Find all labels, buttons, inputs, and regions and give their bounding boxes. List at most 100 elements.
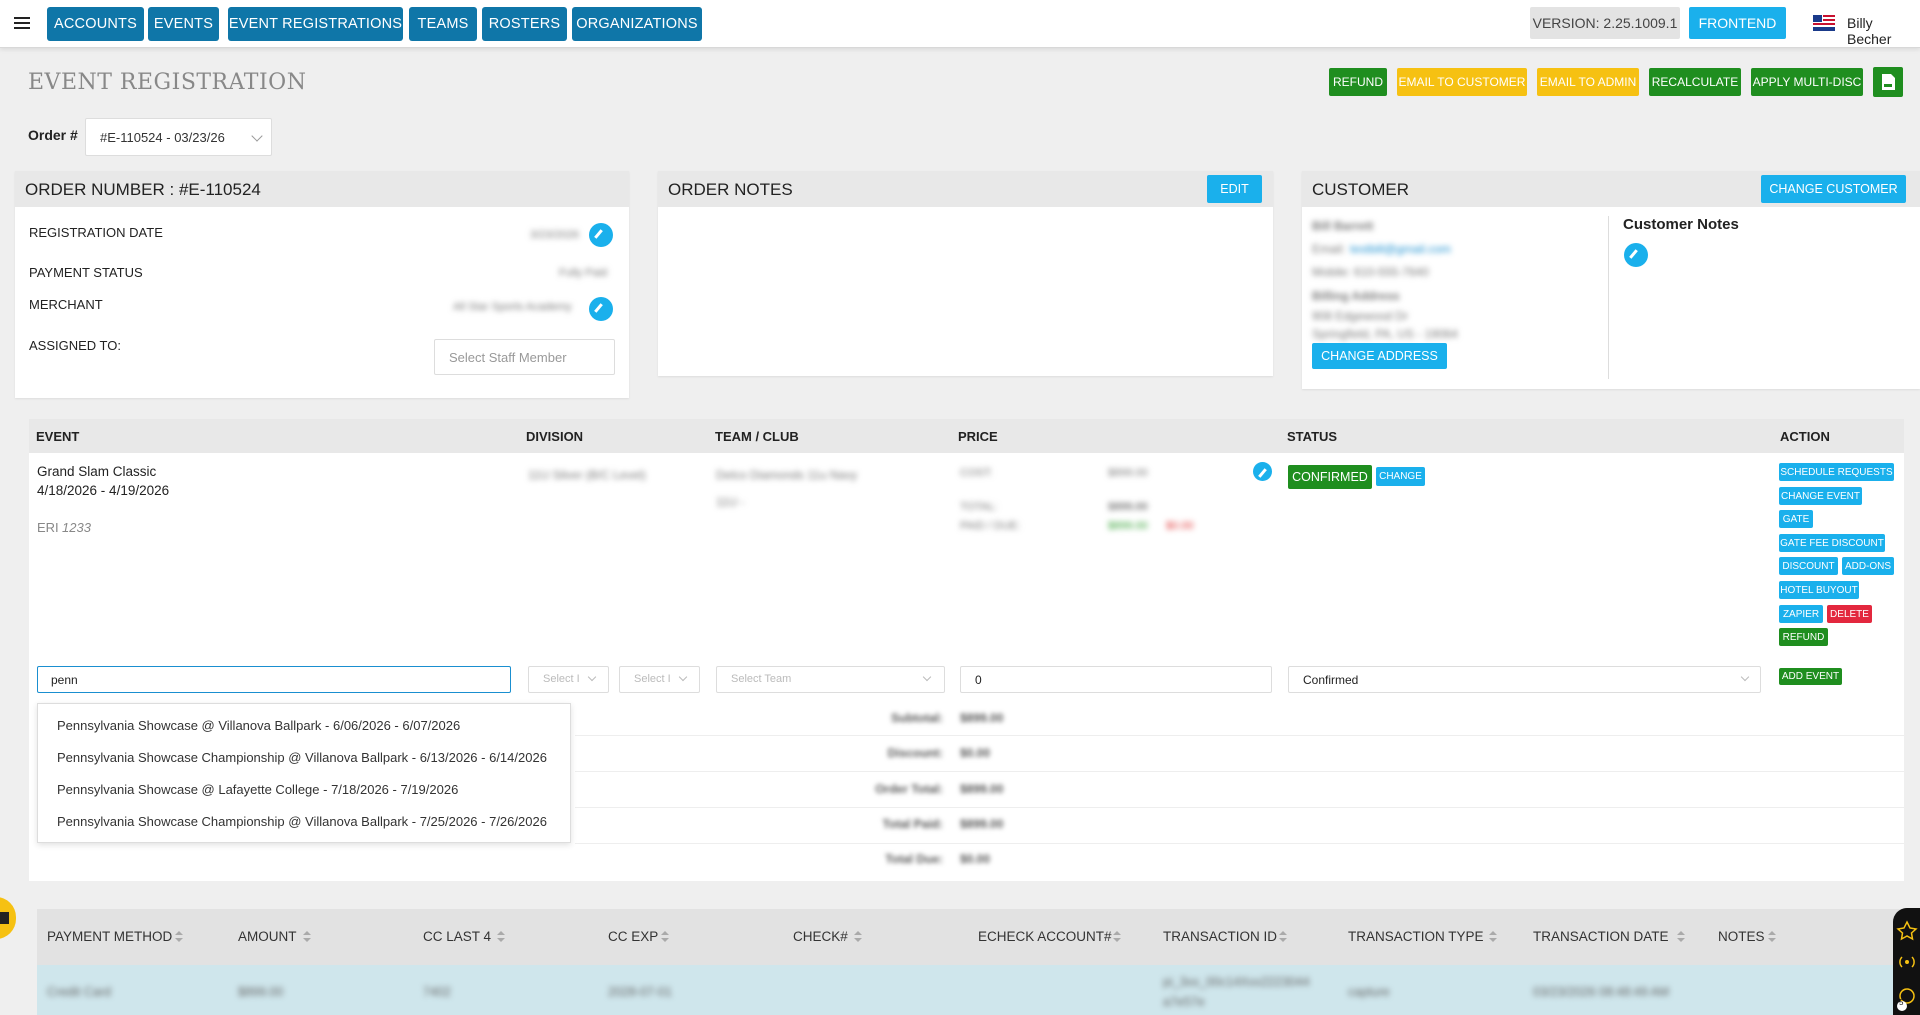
zapier-button[interactable]: ZAPIER xyxy=(1779,605,1823,623)
division-select-2[interactable]: Select I xyxy=(619,666,700,693)
nav-events[interactable]: EVENTS xyxy=(148,7,219,41)
refund-button[interactable]: REFUND xyxy=(1329,68,1387,96)
help-widget-panel[interactable]: 5 xyxy=(1893,908,1920,1015)
price-input[interactable]: 0 xyxy=(960,666,1272,693)
gate-fee-discount-button[interactable]: GATE FEE DISCOUNT xyxy=(1779,534,1885,552)
sort-icon[interactable] xyxy=(1768,931,1776,943)
sort-icon[interactable] xyxy=(1677,931,1685,943)
customer-name: Bill Barrett xyxy=(1312,219,1374,233)
division-select[interactable]: Select I xyxy=(528,666,609,693)
payment-transaction-type-value: capture xyxy=(1348,985,1390,999)
user-avatar-icon[interactable] xyxy=(1811,12,1837,34)
customer-email-link[interactable]: testbill@gmail.com xyxy=(1350,242,1451,256)
sort-icon[interactable] xyxy=(854,931,862,943)
sort-icon[interactable] xyxy=(1279,931,1287,943)
edit-notes-button[interactable]: EDIT xyxy=(1207,175,1262,203)
discount-button[interactable]: DISCOUNT xyxy=(1779,557,1838,575)
pdf-icon xyxy=(1882,74,1895,90)
col-cc-exp[interactable]: CC EXP xyxy=(608,929,658,944)
total-due-label: Total Due: xyxy=(885,852,943,866)
nav-accounts[interactable]: ACCOUNTS xyxy=(47,7,144,41)
delete-button[interactable]: DELETE xyxy=(1827,605,1872,623)
col-transaction-type[interactable]: TRANSACTION TYPE xyxy=(1348,929,1484,944)
refund-row-button[interactable]: REFUND xyxy=(1779,628,1828,646)
hotel-buyout-button[interactable]: HOTEL BUYOUT xyxy=(1779,581,1859,599)
add-ons-button[interactable]: ADD-ONS xyxy=(1842,557,1894,575)
suggestion-item[interactable]: Pennsylvania Showcase Championship @ Vil… xyxy=(57,814,547,829)
change-address-button[interactable]: CHANGE ADDRESS xyxy=(1312,343,1447,369)
edit-merchant-icon[interactable] xyxy=(589,297,613,321)
change-status-button[interactable]: CHANGE xyxy=(1376,467,1425,486)
sort-icon[interactable] xyxy=(661,931,669,943)
col-division: DIVISION xyxy=(519,419,708,453)
col-transaction-id[interactable]: TRANSACTION ID xyxy=(1163,929,1277,944)
edit-customer-notes-icon[interactable] xyxy=(1624,243,1648,267)
change-customer-button[interactable]: CHANGE CUSTOMER xyxy=(1761,175,1906,203)
merchant-label: MERCHANT xyxy=(29,297,103,312)
customer-mobile: Mobile: 610-555-7640 xyxy=(1312,265,1429,279)
totals-separator xyxy=(575,807,1904,808)
suggestion-item[interactable]: Pennsylvania Showcase @ Villanova Ballpa… xyxy=(57,718,460,733)
suggestion-item[interactable]: Pennsylvania Showcase @ Lafayette Colleg… xyxy=(57,782,458,797)
payments-header-row: PAYMENT METHOD AMOUNT CC LAST 4 CC EXP C… xyxy=(37,909,1902,965)
col-amount[interactable]: AMOUNT xyxy=(238,929,297,944)
col-payment-method[interactable]: PAYMENT METHOD xyxy=(47,929,172,944)
col-cc-last4[interactable]: CC LAST 4 xyxy=(423,929,491,944)
order-total-value: $899.00 xyxy=(960,782,1004,796)
nav-organizations[interactable]: ORGANIZATIONS xyxy=(572,7,702,41)
eri-value: 1233 xyxy=(62,520,91,535)
team-placeholder: Select Team xyxy=(731,673,792,685)
frontend-button[interactable]: FRONTEND xyxy=(1689,7,1786,39)
user-name[interactable]: Billy Becher xyxy=(1847,15,1920,47)
chevron-down-icon xyxy=(678,672,688,682)
customer-email-label: Email: xyxy=(1312,242,1346,256)
assigned-staff-select[interactable]: Select Staff Member xyxy=(434,339,615,375)
total-due-value: $0.00 xyxy=(960,852,991,866)
event-search-input[interactable] xyxy=(37,666,511,693)
change-event-button[interactable]: CHANGE EVENT xyxy=(1779,487,1862,505)
hamburger-menu-icon[interactable] xyxy=(14,14,30,30)
totals-separator xyxy=(575,843,1904,844)
sort-icon[interactable] xyxy=(303,931,311,943)
sort-icon[interactable] xyxy=(1489,931,1497,943)
apply-multi-disc-button[interactable]: APPLY MULTI-DISC xyxy=(1751,68,1863,96)
order-number-label: Order # xyxy=(28,127,78,143)
totals-separator xyxy=(575,735,1904,736)
col-echeck-account[interactable]: ECHECK ACCOUNT# xyxy=(978,929,1112,944)
col-transaction-date[interactable]: TRANSACTION DATE xyxy=(1533,929,1669,944)
edit-price-icon[interactable] xyxy=(1253,462,1272,481)
add-event-button[interactable]: ADD EVENT xyxy=(1779,668,1842,685)
payment-row[interactable]: Credit Card $899.00 7402 2028-07-01 pi_3… xyxy=(37,965,1902,1015)
payment-transaction-date-value: 03/23/2026 08:48:49 AM xyxy=(1533,985,1670,999)
status-select[interactable]: Confirmed xyxy=(1288,666,1761,693)
discount-value: $0.00 xyxy=(960,746,991,760)
version-badge: VERSION: 2.25.1009.1 xyxy=(1530,7,1680,39)
order-total-label: Order Total: xyxy=(875,782,943,796)
feedback-side-tab[interactable] xyxy=(0,897,16,939)
edit-registration-date-icon[interactable] xyxy=(589,223,613,247)
total-paid-value: $899.00 xyxy=(960,817,1004,831)
nav-event-registrations[interactable]: EVENT REGISTRATIONS xyxy=(228,7,403,41)
col-action: ACTION xyxy=(1773,419,1904,453)
sort-icon[interactable] xyxy=(497,931,505,943)
gate-button[interactable]: GATE xyxy=(1779,510,1813,528)
nav-rosters[interactable]: ROSTERS xyxy=(482,7,567,41)
email-to-customer-button[interactable]: EMAIL TO CUSTOMER xyxy=(1397,68,1527,96)
sort-icon[interactable] xyxy=(175,931,183,943)
col-check[interactable]: CHECK# xyxy=(793,929,848,944)
order-number-select[interactable]: #E-110524 - 03/23/26 xyxy=(85,118,272,156)
col-notes[interactable]: NOTES xyxy=(1718,929,1765,944)
billing-address-line2: Springfield, PA, US - 19064 xyxy=(1312,327,1458,341)
schedule-requests-button[interactable]: SCHEDULE REQUESTS xyxy=(1779,463,1894,481)
division-placeholder: Select I xyxy=(543,673,580,685)
pdf-download-button[interactable] xyxy=(1873,67,1903,97)
suggestion-item[interactable]: Pennsylvania Showcase Championship @ Vil… xyxy=(57,750,547,765)
email-to-admin-button[interactable]: EMAIL TO ADMIN xyxy=(1537,68,1639,96)
registration-date-label: REGISTRATION DATE xyxy=(29,225,163,240)
sort-icon[interactable] xyxy=(1113,931,1121,943)
recalculate-button[interactable]: RECALCULATE xyxy=(1649,68,1741,96)
payments-table: PAYMENT METHOD AMOUNT CC LAST 4 CC EXP C… xyxy=(37,909,1902,1015)
team-select[interactable]: Select Team xyxy=(716,666,945,693)
nav-teams[interactable]: TEAMS xyxy=(409,7,477,41)
order-number-title: ORDER NUMBER : #E-110524 xyxy=(15,171,629,207)
